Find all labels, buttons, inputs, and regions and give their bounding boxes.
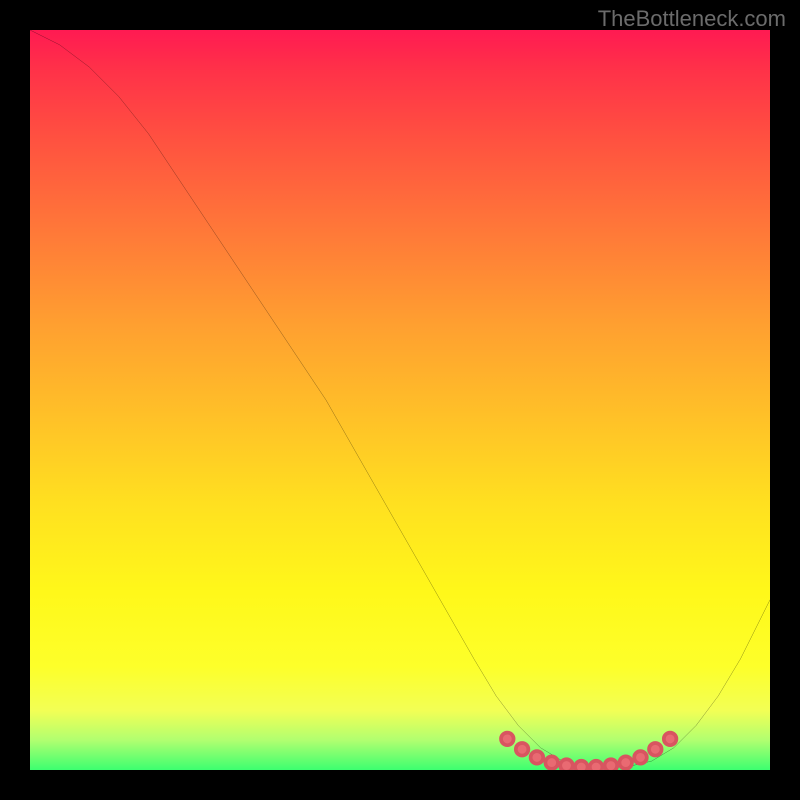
highlight-dot <box>545 756 558 769</box>
highlight-dot <box>590 761 603 770</box>
highlight-dot <box>634 751 647 764</box>
highlight-dot <box>575 761 588 770</box>
highlight-dot <box>560 759 573 770</box>
highlight-dot <box>516 743 529 756</box>
watermark-text: TheBottleneck.com <box>598 6 786 32</box>
highlight-dot <box>619 756 632 769</box>
highlight-dot <box>531 751 544 764</box>
highlight-dot <box>649 743 662 756</box>
highlight-dot <box>664 733 677 746</box>
highlight-dot <box>605 759 618 770</box>
highlight-dots <box>501 733 676 770</box>
bottleneck-curve <box>30 30 770 768</box>
highlight-dot <box>501 733 514 746</box>
chart-container <box>30 30 770 770</box>
chart-svg <box>30 30 770 770</box>
